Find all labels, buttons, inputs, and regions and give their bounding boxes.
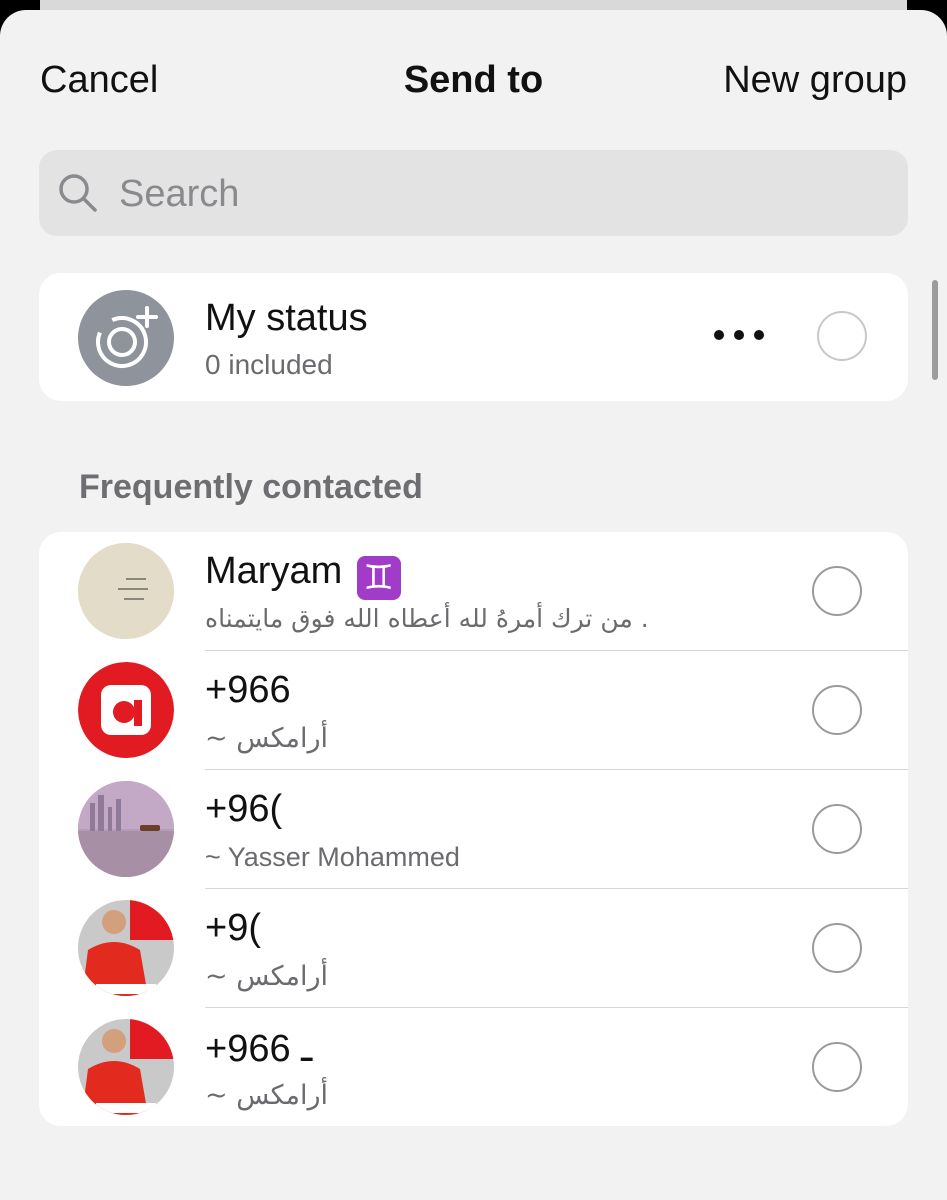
avatar — [78, 543, 174, 639]
my-status-title: My status — [205, 297, 368, 339]
search-bar[interactable] — [39, 150, 908, 238]
contact-subtitle: ~ أرامكس — [205, 723, 329, 754]
scrollbar[interactable] — [932, 280, 938, 380]
more-options-icon[interactable] — [711, 325, 767, 345]
contact-row[interactable]: +966 ~ أرامكس — [39, 651, 908, 770]
my-status-subtitle: 0 included — [205, 349, 333, 380]
contact-name: +966 ـ — [205, 1028, 313, 1070]
contact-name: Maryam ♊ — [205, 550, 401, 600]
contact-subtitle: ~ أرامكس — [205, 1080, 329, 1111]
contact-radio[interactable] — [812, 804, 862, 854]
section-header-frequently-contacted: Frequently contacted — [79, 468, 423, 506]
contact-subtitle: ~ Yasser Mohammed — [205, 842, 460, 872]
contact-row[interactable]: Maryam ♊ من ترك أمرهُ لله أعطاه الله فوق… — [39, 532, 908, 651]
contact-name: +966 — [205, 669, 291, 711]
contact-row[interactable]: +9( ~ أرامكس — [39, 889, 908, 1008]
avatar — [78, 1019, 174, 1115]
avatar — [78, 900, 174, 996]
contact-name: +96( — [205, 788, 283, 830]
contact-subtitle: من ترك أمرهُ لله أعطاه الله فوق مايتمناه… — [205, 604, 649, 633]
my-status-row[interactable]: My status 0 included — [39, 273, 908, 401]
search-icon — [59, 174, 97, 212]
contact-subtitle: ~ أرامكس — [205, 961, 329, 992]
gemini-emoji: ♊ — [356, 556, 401, 600]
aramex-logo-icon — [78, 662, 174, 758]
contact-row[interactable]: +96( ~ Yasser Mohammed — [39, 770, 908, 889]
contact-radio[interactable] — [812, 566, 862, 616]
send-to-sheet: Cancel Send to New group My status 0 inc… — [0, 10, 947, 1200]
contact-radio[interactable] — [812, 1042, 862, 1092]
my-status-radio[interactable] — [817, 311, 867, 361]
avatar — [78, 781, 174, 877]
new-group-button[interactable]: New group — [723, 58, 907, 102]
contact-name: +9( — [205, 907, 261, 949]
contacts-list: Maryam ♊ من ترك أمرهُ لله أعطاه الله فوق… — [39, 532, 908, 1126]
contact-radio[interactable] — [812, 685, 862, 735]
search-input[interactable] — [117, 150, 881, 238]
contact-row[interactable]: +966 ـ ~ أرامكس — [39, 1008, 908, 1126]
contact-radio[interactable] — [812, 923, 862, 973]
status-add-icon — [78, 290, 174, 386]
